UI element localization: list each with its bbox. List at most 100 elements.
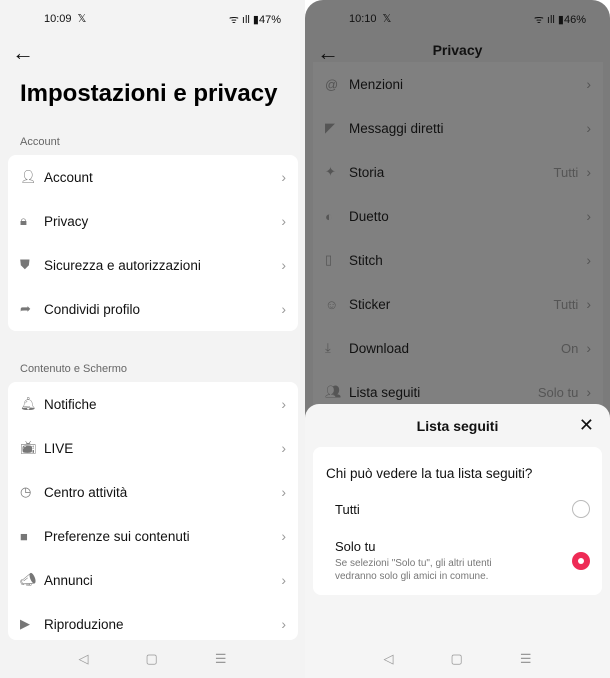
chevron-right-icon: › bbox=[586, 340, 591, 356]
list-item[interactable]: ✦ Storia Tutti › bbox=[313, 150, 603, 194]
item-label: Messaggi diretti bbox=[349, 120, 444, 136]
video-icon: ■ bbox=[20, 528, 28, 544]
chevron-right-icon: › bbox=[281, 169, 286, 185]
item-label: Sticker bbox=[349, 296, 391, 312]
radio-tutti[interactable] bbox=[572, 500, 590, 518]
item-label: Storia bbox=[349, 164, 385, 180]
chevron-right-icon: › bbox=[586, 76, 591, 92]
privacy-screen: 10:10 𝕏 ᯤ ıll ▮46% ← Privacy @ Menzioni › ◤ M… bbox=[305, 0, 610, 678]
item-value: On bbox=[560, 340, 579, 356]
nav-back-icon[interactable]: ◁ bbox=[79, 651, 89, 667]
play-icon: ▶ bbox=[20, 616, 30, 631]
chevron-right-icon: › bbox=[586, 208, 591, 224]
list-item[interactable]: 📣︎ Annunci › bbox=[8, 558, 298, 602]
nav-home-icon[interactable]: ▢ bbox=[451, 651, 463, 667]
shield-icon: ⛊ bbox=[20, 257, 30, 272]
chevron-right-icon: › bbox=[586, 164, 591, 180]
list-item[interactable]: ☺ Sticker Tutti › bbox=[313, 282, 603, 326]
settings-screen: 10:09 𝕏 ᯤ ıll ▮47% ← Impostazioni e priva… bbox=[0, 0, 305, 678]
item-value: Solo tu bbox=[537, 384, 579, 400]
nav-back-icon[interactable]: ◁ bbox=[384, 651, 394, 667]
back-arrow-icon[interactable]: ← bbox=[12, 40, 34, 66]
list-item[interactable]: ⤓ Download On › bbox=[313, 326, 603, 370]
list-item[interactable]: ■ Preferenze sui contenuti › bbox=[8, 514, 298, 558]
system-nav-bar: ◁ ▢ ☰ bbox=[305, 640, 610, 678]
x-icon: 𝕏 bbox=[382, 13, 392, 25]
item-label: Sicurezza e autorizzazioni bbox=[44, 257, 201, 273]
chevron-right-icon: › bbox=[586, 252, 591, 268]
privacy-list: @ Menzioni › ◤ Messaggi diretti › ✦ Storia Tutti… bbox=[313, 62, 603, 414]
item-label: Notifiche bbox=[44, 396, 97, 412]
list-item[interactable]: 📺︎ LIVE › bbox=[8, 426, 298, 470]
chevron-right-icon: › bbox=[281, 396, 286, 412]
list-item[interactable]: ▶ Riproduzione › bbox=[8, 602, 298, 640]
share-icon: ➦ bbox=[20, 301, 31, 316]
item-label: Preferenze sui contenuti bbox=[44, 528, 190, 544]
item-label: Condividi profilo bbox=[44, 301, 141, 317]
options-card: Chi può vedere la tua lista seguiti? Tut… bbox=[313, 447, 602, 595]
item-value: Tutti bbox=[553, 296, 579, 312]
system-nav-bar: ◁ ▢ ☰ bbox=[0, 640, 305, 678]
item-value: Tutti bbox=[553, 164, 579, 180]
chevron-right-icon: › bbox=[281, 440, 286, 456]
clock-icon: ◷ bbox=[20, 484, 32, 499]
option-solo-tu[interactable]: Solo tu Se selezioni "Solo tu", gli altr… bbox=[335, 539, 590, 583]
item-label: Duetto bbox=[349, 208, 389, 224]
list-item[interactable]: @ Menzioni › bbox=[313, 62, 603, 106]
item-label: Centro attività bbox=[44, 484, 128, 500]
item-label: Stitch bbox=[349, 252, 383, 268]
item-label: Account bbox=[44, 169, 93, 185]
status-bar: 10:10 𝕏 ᯤ ıll ▮46% bbox=[349, 12, 586, 28]
list-item[interactable]: ◷ Centro attività › bbox=[8, 470, 298, 514]
section-label: Contenuto e Schermo bbox=[20, 363, 128, 375]
x-icon: 𝕏 bbox=[77, 13, 87, 25]
option-label: Solo tu bbox=[335, 539, 376, 554]
chevron-right-icon: › bbox=[281, 572, 286, 588]
list-item[interactable]: ➦ Condividi profilo › bbox=[8, 287, 298, 331]
item-label: Download bbox=[349, 340, 410, 356]
chevron-right-icon: › bbox=[586, 296, 591, 312]
account-card: 👤︎ Account › 🔒︎ Privacy › ⛊ Sicurezza e autoriz… bbox=[8, 155, 298, 331]
tv-icon: 📺︎ bbox=[20, 440, 37, 455]
question: Chi può vedere la tua lista seguiti? bbox=[326, 466, 533, 481]
page-title: Impostazioni e privacy bbox=[20, 80, 278, 107]
list-item[interactable]: 🔔︎ Notifiche › bbox=[8, 382, 298, 426]
duet-icon: ◐ bbox=[325, 208, 333, 224]
signal-icons: ᯤ ıll ▮ bbox=[228, 14, 259, 26]
list-item[interactable]: ◐ Duetto › bbox=[313, 194, 603, 238]
sheet-title: Lista seguiti bbox=[416, 418, 499, 434]
sticker-icon: ☺ bbox=[325, 296, 339, 312]
item-label: LIVE bbox=[44, 440, 74, 456]
nav-menu-icon[interactable]: ☰ bbox=[520, 651, 532, 667]
option-tutti[interactable]: Tutti bbox=[335, 500, 590, 518]
chevron-right-icon: › bbox=[281, 484, 286, 500]
signal-icons: ᯤ ıll ▮ bbox=[533, 14, 564, 26]
list-item[interactable]: ▯ Stitch › bbox=[313, 238, 603, 282]
list-item[interactable]: ⛊ Sicurezza e autorizzazioni › bbox=[8, 243, 298, 287]
item-label: Privacy bbox=[44, 213, 89, 229]
nav-home-icon[interactable]: ▢ bbox=[146, 651, 158, 667]
at-icon: @ bbox=[325, 76, 339, 92]
content-card: 🔔︎ Notifiche › 📺︎ LIVE › ◷ Centro attività › ■ Pre… bbox=[8, 382, 298, 640]
send-icon: ◤ bbox=[325, 120, 335, 135]
item-label: Riproduzione bbox=[44, 616, 124, 632]
chevron-right-icon: › bbox=[281, 616, 286, 632]
lock-icon: 🔒︎ bbox=[20, 213, 27, 228]
time: 10:10 bbox=[349, 13, 377, 25]
list-item[interactable]: ◤ Messaggi diretti › bbox=[313, 106, 603, 150]
stitch-icon: ▯ bbox=[325, 252, 333, 267]
nav-menu-icon[interactable]: ☰ bbox=[215, 651, 227, 667]
battery: 46% bbox=[563, 14, 586, 26]
section-label: Account bbox=[20, 136, 60, 148]
people-icon: 👥︎ bbox=[325, 384, 342, 399]
chevron-right-icon: › bbox=[586, 120, 591, 136]
chevron-right-icon: › bbox=[281, 213, 286, 229]
list-item[interactable]: 👤︎ Account › bbox=[8, 155, 298, 199]
bottom-sheet: Lista seguiti ✕ Chi può vedere la tua li… bbox=[305, 404, 610, 678]
radio-solo-tu[interactable] bbox=[572, 552, 590, 570]
item-label: Menzioni bbox=[349, 76, 404, 92]
list-item[interactable]: 🔒︎ Privacy › bbox=[8, 199, 298, 243]
battery: 47% bbox=[258, 14, 281, 26]
status-bar: 10:09 𝕏 ᯤ ıll ▮47% bbox=[44, 12, 281, 28]
close-icon[interactable]: ✕ bbox=[579, 415, 594, 436]
